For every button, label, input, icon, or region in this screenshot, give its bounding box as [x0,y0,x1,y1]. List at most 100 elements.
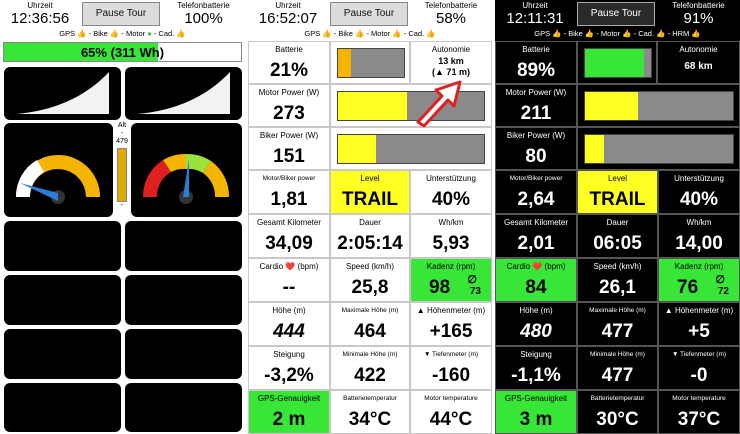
altitude-cell: Höhe (m) 444 [248,302,330,346]
biker-power-bar [584,134,734,164]
phone-battery: Telefonbatterie 91% [657,1,740,28]
total-distance-cell: Gesamt Kilometer 2,01 [495,214,577,258]
altitude-value: 444 [273,321,305,342]
motor-biker-ratio-value: 1,81 [270,189,308,210]
thumbs-up-icon: 👍 [622,29,632,38]
thumbs-up-icon: 👍 [355,29,365,38]
cadence-label: Kadenz (rpm) [674,262,724,271]
gps-accuracy-value: 2 m [272,409,306,430]
cadence-value: 98 [429,277,451,298]
assist-level-value: TRAIL [342,189,398,210]
clock: Uhrzeit 16:52:07 [248,1,328,28]
assist-percent-label: Unterstützung [426,174,476,183]
sensor-status: GPS 👍 - Bike 👍 - Motor 👍 - Cad. 👍 - HRM … [495,28,740,40]
phone-battery-label: Telefonbatterie [177,1,230,10]
pause-tour-button[interactable]: Pause Tour [330,2,408,26]
motor-power-value: 211 [520,103,552,124]
range-elevation: (▲ 71 m) [432,67,470,77]
assist-level-label: Level [607,174,628,183]
thumbs-up-icon: 👍 [691,29,701,38]
altitude-dash-bottom: - [120,202,124,209]
altitude-dash: - [120,130,124,137]
sensor-cadence: - Cad. [153,29,175,38]
assist-percent-label: Unterstützung [674,174,724,183]
sensor-gps: GPS [534,29,551,38]
heart-rate-cell: Cardio ❤️ (bpm) 84 [495,258,577,302]
motor-power-bar [584,91,734,121]
clock-value: 12:36:56 [10,10,70,27]
range-label: Autonomie [431,45,471,54]
motor-biker-ratio-label: Motor/Biker power [262,175,316,182]
sensor-bike: - Bike [333,29,353,38]
sensor-motor: - Motor [366,29,391,38]
sensor-status: GPS 👍 - Bike 👍 - Motor ● - Cad. 👍 [0,28,245,40]
elevation-gain-label: ▲ Höhenmeter (m) [664,306,734,315]
gauge-icon [15,155,100,204]
battery-bar-cell [577,41,657,84]
sensor-bike: - Bike [88,29,108,38]
power-curve-left [4,67,121,120]
empty-tile [4,221,121,271]
heart-rate-label: Cardio ❤️ (bpm) [506,262,566,271]
motor-power-bar-cell [577,84,740,127]
min-altitude-label: Minimale Höhe (m) [342,351,398,358]
gps-accuracy-label: GPS-Genauigkeit [257,394,321,403]
heart-rate-value: 84 [525,277,547,298]
speed-value: 26,1 [599,277,636,298]
biker-power-bar-cell [330,127,492,170]
sensor-gps: GPS [59,29,76,38]
empty-tile [125,221,242,271]
sensor-hrm: - HRM [667,29,690,38]
gradient-cell: Steigung -1,1% [495,346,577,390]
altitude-cell: Höhe (m) 480 [495,302,577,346]
thumbs-up-icon: 👍 [77,29,87,38]
duration-label: Dauer [606,218,629,227]
cadence-average-value: 73 [469,286,481,297]
motor-biker-ratio-label: Motor/Biker power [509,175,563,182]
battery-temperature-label: Batterietemperatur [590,395,645,402]
cadence-value: 76 [677,277,699,298]
pause-tour-button[interactable]: Pause Tour [577,2,655,26]
ramp-chart-icon [137,72,230,114]
min-altitude-label: Minimale Höhe (m) [590,351,645,358]
thumbs-up-icon: 👍 [322,29,332,38]
average-icon: ∅ [467,274,477,286]
heart-rate-value: -- [282,277,296,298]
ramp-chart-icon [16,72,109,114]
elevation-gain-label: ▲ Höhenmeter (m) [416,306,486,315]
assist-level-label: Level [360,174,380,183]
range-value: 68 km [684,61,713,72]
biker-power-label: Biker Power (W) [259,131,319,140]
heart-rate-cell: Cardio ❤️ (bpm) -- [248,258,330,302]
altitude-label: Höhe (m) [272,306,306,315]
motor-power-bar-fill [585,92,639,120]
gps-accuracy-label: GPS-Genauigkeit [504,394,568,403]
max-altitude-label: Maximale Höhe (m) [341,307,399,314]
min-altitude-value: 422 [354,365,386,386]
panel-data-dark: Uhrzeit 12:11:31 Pause Tour Telefonbatte… [495,0,740,434]
range-label: Autonomie [679,45,718,54]
wh-per-km-value: 5,93 [432,233,470,254]
max-altitude-value: 477 [601,321,634,342]
speed-cell: Speed (km/h) 25,8 [330,258,410,302]
gps-accuracy-cell: GPS-Genauigkeit 2 m [248,390,330,434]
cadence-average-value: 72 [717,286,729,297]
sensor-motor: - Motor [596,29,621,38]
gauge-icon [142,153,230,204]
biker-power-value: 151 [273,146,305,167]
battery-temperature-cell: Batterietemperatur 30°C [577,390,658,434]
min-altitude-value: 477 [601,365,634,386]
battery-label: Batterie [522,45,550,54]
clock-label: Uhrzeit [275,1,301,10]
assist-percent-cell: Unterstützung 40% [410,170,492,214]
clock-label: Uhrzeit [27,1,53,10]
pause-tour-button[interactable]: Pause Tour [82,2,160,26]
thumbs-up-icon: 👍 [656,29,666,38]
elevation-loss-label: ▼ Tiefenmeter (m) [423,351,479,358]
empty-tile [125,275,242,325]
biker-power-cell: Biker Power (W) 80 [495,127,577,170]
elevation-loss-value: -0 [690,365,708,386]
total-distance-label: Gesamt Kilometer [256,218,322,227]
motor-temperature-label: Motor temperature [672,395,726,402]
motor-power-bar-fill [338,92,407,120]
